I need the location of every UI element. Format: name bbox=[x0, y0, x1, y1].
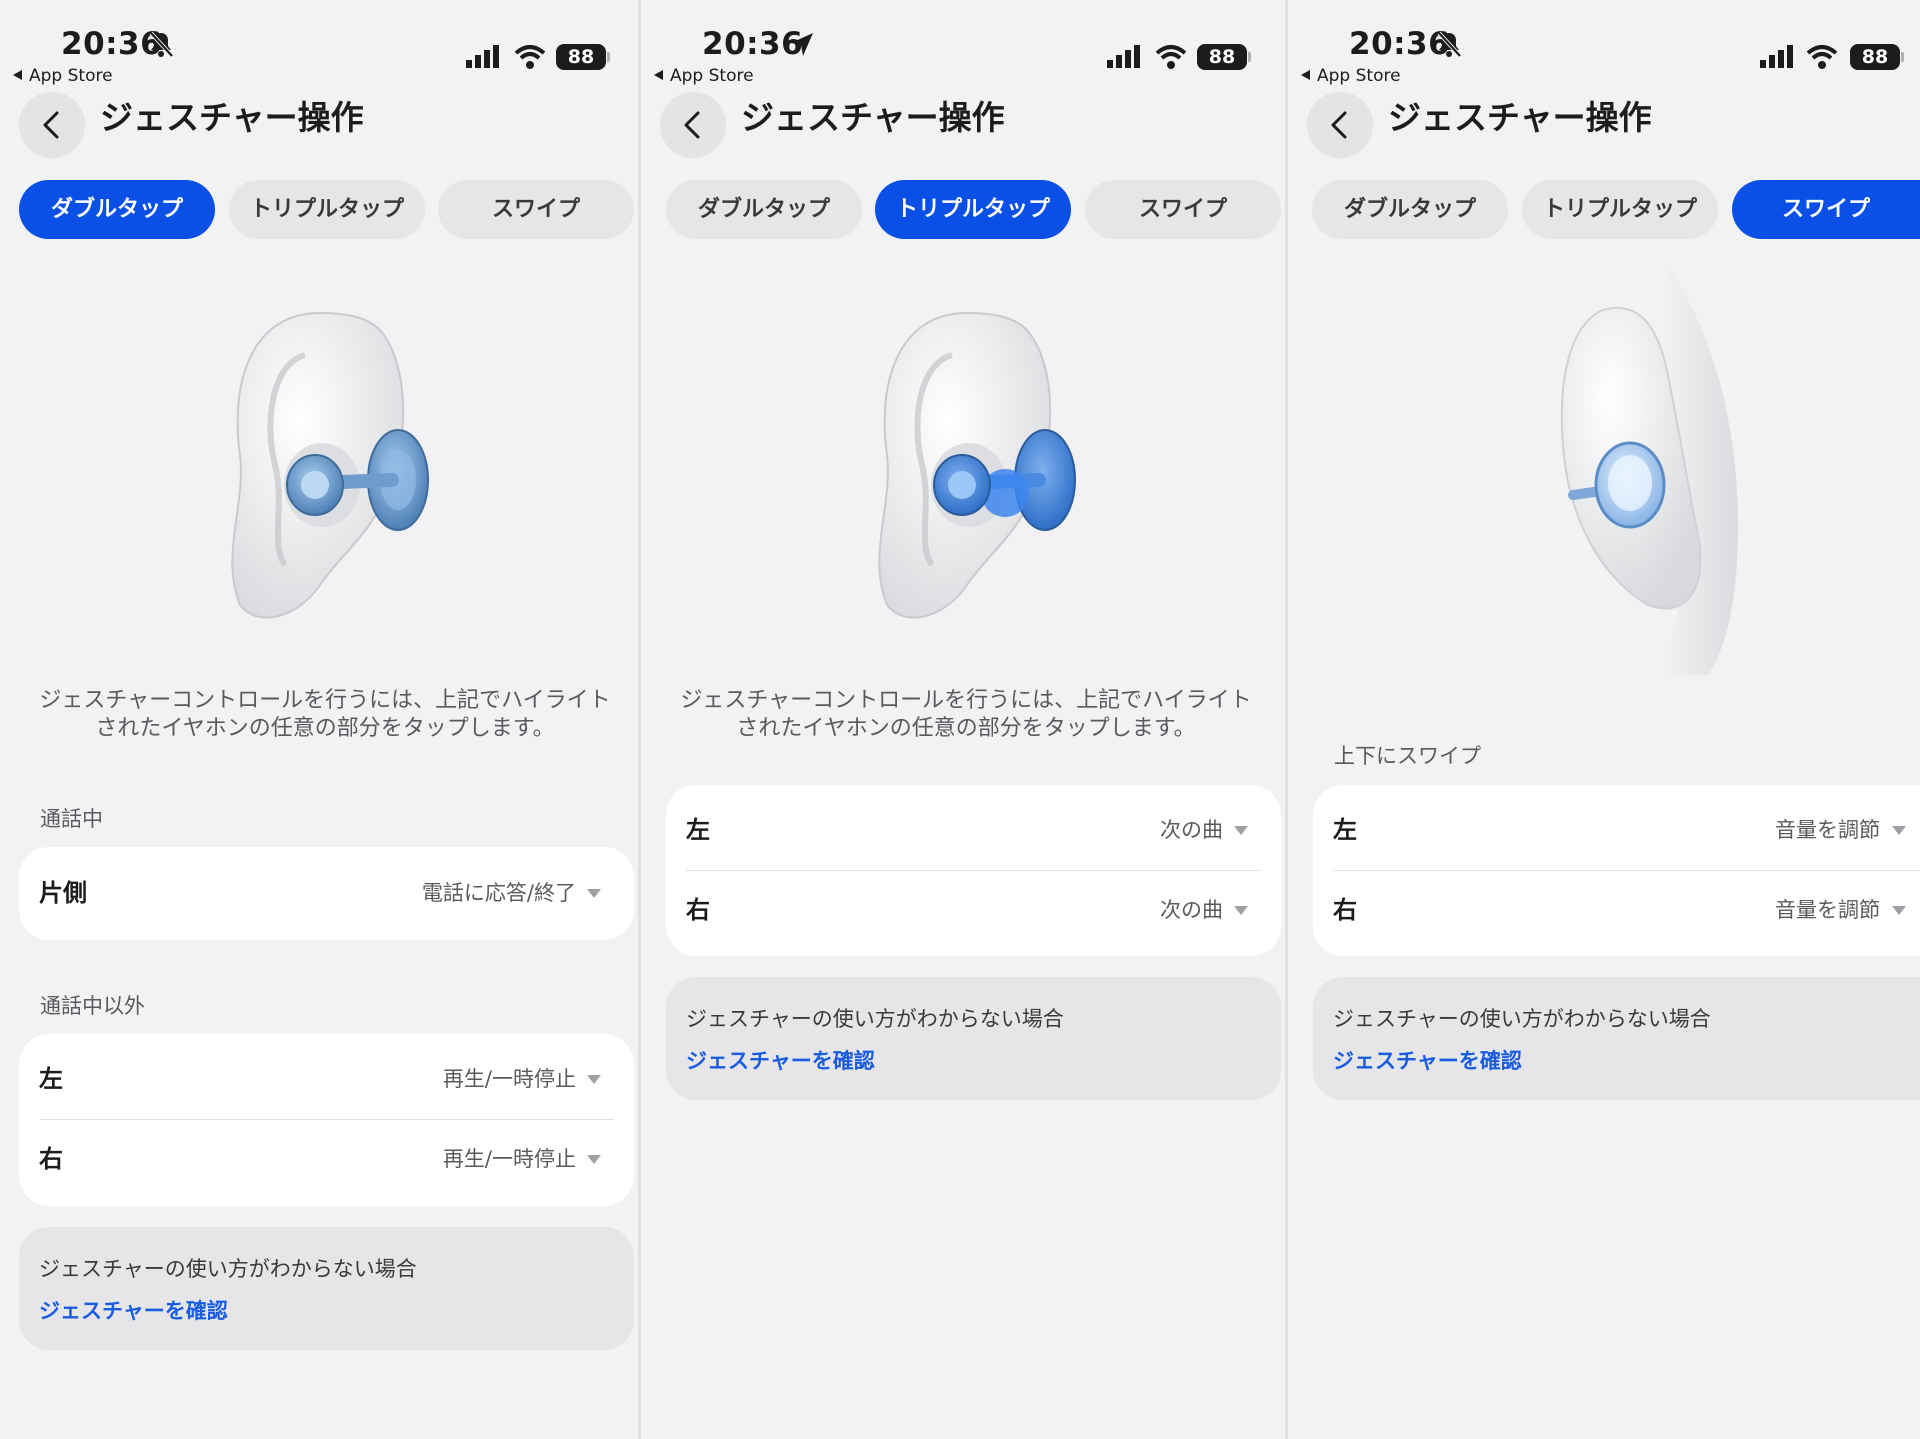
dropdown-caret-icon bbox=[1892, 826, 1906, 835]
description-line-2: されたイヤホンの任意の部分をタップします。 bbox=[736, 716, 1196, 741]
chevron-left-icon bbox=[684, 111, 700, 139]
gesture-description: ジェスチャーコントロールを行うには、上記でハイライト されたイヤホンの任意の部分… bbox=[20, 687, 630, 743]
tab-triple-tap[interactable]: トリプルタップ bbox=[1522, 180, 1718, 239]
signal-icon bbox=[1760, 45, 1793, 68]
signal-icon bbox=[1107, 45, 1140, 68]
row-value: 音量を調節 bbox=[1775, 818, 1880, 842]
section-label-not-in-call: 通話中以外 bbox=[40, 994, 145, 1018]
back-button[interactable] bbox=[660, 92, 726, 158]
tab-swipe[interactable]: スワイプ bbox=[1732, 180, 1920, 239]
tab-swipe[interactable]: スワイプ bbox=[1085, 180, 1281, 239]
back-to-app-store[interactable]: App Store bbox=[1301, 66, 1401, 86]
setting-row-left[interactable]: 左 次の曲 bbox=[666, 790, 1281, 870]
help-card: ジェスチャーの使い方がわからない場合 ジェスチャーを確認 bbox=[1313, 977, 1920, 1100]
panel-triple-tap: 20:36 App Store 88 ジェスチャー操作 ダブルタップ トリプルタ… bbox=[641, 0, 1285, 1439]
status-time: 20:36 bbox=[1349, 26, 1451, 62]
row-label: 右 bbox=[1333, 896, 1357, 924]
help-text: ジェスチャーの使い方がわからない場合 bbox=[1333, 1007, 1711, 1031]
page-title: ジェスチャー操作 bbox=[100, 98, 364, 137]
row-label: 左 bbox=[1333, 816, 1357, 844]
ear-side-swipe-illustration bbox=[1560, 265, 1738, 675]
row-value: 次の曲 bbox=[1160, 898, 1223, 922]
wifi-icon bbox=[1806, 45, 1838, 69]
page-title: ジェスチャー操作 bbox=[1388, 98, 1652, 137]
battery-nub bbox=[1248, 52, 1251, 62]
tab-swipe[interactable]: スワイプ bbox=[438, 180, 634, 239]
back-app-label: App Store bbox=[670, 66, 754, 86]
row-value: 再生/一時停止 bbox=[442, 1147, 576, 1171]
bell-slash-icon bbox=[149, 31, 174, 58]
battery-nub bbox=[1901, 52, 1904, 62]
chevron-left-icon bbox=[1331, 111, 1347, 139]
battery-indicator: 88 bbox=[556, 44, 606, 70]
back-button[interactable] bbox=[1307, 92, 1373, 158]
tab-double-tap[interactable]: ダブルタップ bbox=[19, 180, 215, 239]
description-line-1: ジェスチャーコントロールを行うには、上記でハイライト bbox=[39, 688, 611, 713]
back-app-label: App Store bbox=[29, 66, 113, 86]
row-value: 電話に応答/終了 bbox=[421, 881, 576, 905]
section-label-swipe: 上下にスワイプ bbox=[1334, 744, 1481, 768]
wifi-icon bbox=[1155, 45, 1187, 69]
panel-double-tap: 20:36 App Store 88 ジェスチャー操作 ダブルタップ トリプルタ… bbox=[0, 0, 638, 1439]
setting-row-right[interactable]: 右 再生/一時停止 bbox=[19, 1119, 634, 1199]
row-value: 音量を調節 bbox=[1775, 898, 1880, 922]
in-call-card: 片側 電話に応答/終了 bbox=[19, 847, 634, 940]
setting-row-one-side[interactable]: 片側 電話に応答/終了 bbox=[19, 847, 634, 940]
dropdown-caret-icon bbox=[587, 889, 601, 898]
tab-triple-tap[interactable]: トリプルタップ bbox=[229, 180, 425, 239]
row-label: 左 bbox=[686, 816, 710, 844]
help-card: ジェスチャーの使い方がわからない場合 ジェスチャーを確認 bbox=[19, 1227, 634, 1350]
row-value: 次の曲 bbox=[1160, 818, 1223, 842]
not-in-call-card: 左 再生/一時停止 右 再生/一時停止 bbox=[19, 1034, 634, 1206]
status-time: 20:36 bbox=[702, 26, 804, 62]
back-app-label: App Store bbox=[1317, 66, 1401, 86]
dropdown-caret-icon bbox=[1234, 906, 1248, 915]
row-label: 片側 bbox=[39, 879, 87, 907]
help-text: ジェスチャーの使い方がわからない場合 bbox=[39, 1257, 417, 1281]
panel-swipe: 20:36 App Store 88 ジェスチャー操作 ダブルタップ トリプルタ… bbox=[1288, 0, 1920, 1439]
check-gesture-link[interactable]: ジェスチャーを確認 bbox=[1333, 1045, 1522, 1075]
help-text: ジェスチャーの使い方がわからない場合 bbox=[686, 1007, 1064, 1031]
location-arrow-icon bbox=[791, 33, 813, 56]
section-label-in-call: 通話中 bbox=[40, 807, 103, 831]
battery-indicator: 88 bbox=[1197, 44, 1247, 70]
row-label: 左 bbox=[39, 1065, 63, 1093]
dropdown-caret-icon bbox=[1234, 826, 1248, 835]
row-value: 再生/一時停止 bbox=[442, 1067, 576, 1091]
tab-triple-tap[interactable]: トリプルタップ bbox=[875, 180, 1071, 239]
setting-row-right[interactable]: 右 次の曲 bbox=[666, 870, 1281, 950]
triple-tap-card: 左 次の曲 右 次の曲 bbox=[666, 785, 1281, 956]
back-to-app-store[interactable]: App Store bbox=[654, 66, 754, 86]
dropdown-caret-icon bbox=[1892, 906, 1906, 915]
chevron-left-icon bbox=[43, 111, 59, 139]
gesture-description: ジェスチャーコントロールを行うには、上記でハイライト されたイヤホンの任意の部分… bbox=[661, 687, 1271, 743]
setting-row-left[interactable]: 左 再生/一時停止 bbox=[19, 1039, 634, 1119]
tab-double-tap[interactable]: ダブルタップ bbox=[1312, 180, 1508, 239]
wifi-icon bbox=[514, 45, 546, 69]
help-card: ジェスチャーの使い方がわからない場合 ジェスチャーを確認 bbox=[666, 977, 1281, 1100]
setting-row-left[interactable]: 左 音量を調節 bbox=[1313, 790, 1920, 870]
swipe-card: 左 音量を調節 右 音量を調節 bbox=[1313, 785, 1920, 956]
back-to-app-store[interactable]: App Store bbox=[13, 66, 113, 86]
tab-double-tap[interactable]: ダブルタップ bbox=[666, 180, 862, 239]
dropdown-caret-icon bbox=[587, 1075, 601, 1084]
setting-row-right[interactable]: 右 音量を調節 bbox=[1313, 870, 1920, 950]
row-label: 右 bbox=[686, 896, 710, 924]
signal-icon bbox=[466, 45, 499, 68]
battery-nub bbox=[607, 52, 610, 62]
check-gesture-link[interactable]: ジェスチャーを確認 bbox=[686, 1045, 875, 1075]
bell-slash-icon bbox=[1437, 31, 1462, 58]
ear-earphone-illustration bbox=[878, 311, 1076, 619]
check-gesture-link[interactable]: ジェスチャーを確認 bbox=[39, 1295, 228, 1325]
back-button[interactable] bbox=[19, 92, 85, 158]
description-line-1: ジェスチャーコントロールを行うには、上記でハイライト bbox=[680, 688, 1252, 713]
ear-earphone-illustration bbox=[231, 311, 429, 619]
page-title: ジェスチャー操作 bbox=[741, 98, 1005, 137]
description-line-2: されたイヤホンの任意の部分をタップします。 bbox=[95, 716, 555, 741]
battery-indicator: 88 bbox=[1850, 44, 1900, 70]
status-time: 20:36 bbox=[61, 26, 163, 62]
row-label: 右 bbox=[39, 1145, 63, 1173]
dropdown-caret-icon bbox=[587, 1155, 601, 1164]
